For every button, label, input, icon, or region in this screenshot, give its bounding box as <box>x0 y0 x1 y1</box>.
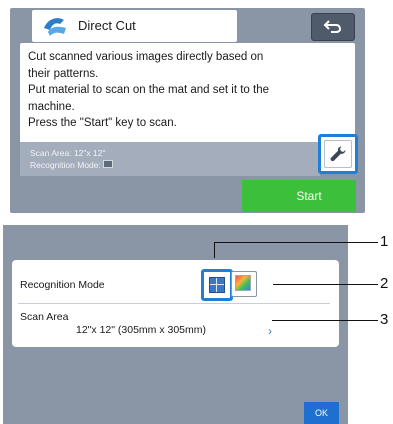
color-mode-button[interactable] <box>231 271 257 297</box>
scan-area-label: Scan Area <box>20 311 69 323</box>
callout-number-2: 2 <box>380 275 389 292</box>
settings-button-face <box>324 140 352 168</box>
color-mode-icon <box>235 275 251 291</box>
message-line: Put material to scan on the mat and set … <box>28 84 269 96</box>
outline-mode-icon <box>209 277 225 293</box>
scan-area-info: Scan Area: 12"x 12" <box>30 148 106 158</box>
wrench-icon <box>330 146 346 162</box>
message-line: Cut scanned various images directly base… <box>28 51 264 63</box>
page-title: Direct Cut <box>78 18 136 33</box>
outline-mode-small-icon <box>103 160 114 168</box>
direct-cut-screen: Direct Cut Cut scanned various images di… <box>10 8 365 213</box>
recognition-mode-label: Recognition Mode <box>20 279 105 291</box>
back-button[interactable] <box>311 13 355 41</box>
scan-area-value[interactable]: 12"x 12" (305mm x 305mm) <box>76 324 206 336</box>
scan-settings-screen: Recognition Mode Scan Area 12"x 12" (305… <box>3 225 348 424</box>
chevron-right-icon[interactable]: › <box>268 324 272 338</box>
message-line: machine. <box>28 100 75 113</box>
callout-line-3 <box>272 320 378 321</box>
recognition-mode-info-label: Recognition Mode: <box>30 160 101 170</box>
ok-button[interactable]: OK <box>304 402 339 424</box>
title-bar: Direct Cut <box>32 10 237 42</box>
callout-line-2 <box>273 284 378 285</box>
message-line: their patterns. <box>28 67 99 80</box>
divider <box>18 303 330 304</box>
recognition-mode-info: Recognition Mode: <box>20 159 320 171</box>
start-button[interactable]: Start <box>242 180 356 212</box>
callout-line-1 <box>214 242 378 243</box>
callout-number-1: 1 <box>380 233 389 250</box>
settings-card: Recognition Mode Scan Area 12"x 12" (305… <box>12 260 339 347</box>
scan-info-box: Scan Area: 12"x 12" Recognition Mode: <box>20 142 320 176</box>
instruction-message: Cut scanned various images directly base… <box>20 43 355 143</box>
callout-number-3: 3 <box>380 311 389 328</box>
message-line: Press the "Start" key to scan. <box>28 117 177 129</box>
callout-line-1-stub <box>214 242 215 258</box>
back-arrow-icon <box>323 20 342 33</box>
direct-cut-icon <box>42 14 68 38</box>
settings-button[interactable] <box>318 134 358 174</box>
outline-mode-button[interactable] <box>201 269 233 301</box>
